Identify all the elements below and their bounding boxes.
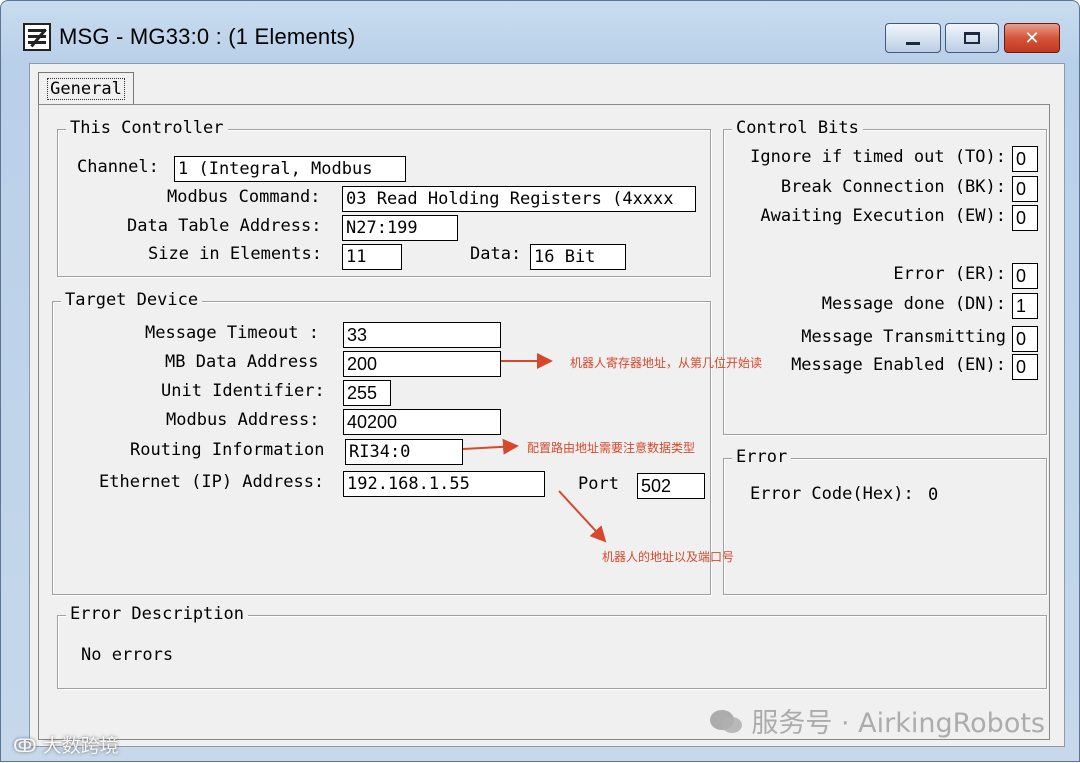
tab-general[interactable]: General xyxy=(38,72,134,104)
message-done-field[interactable]: 1 xyxy=(1012,293,1038,319)
maximize-button[interactable] xyxy=(945,23,999,53)
data-table-address-label: Data Table Address: xyxy=(127,216,322,236)
routing-information-field[interactable]: RI34:0 xyxy=(345,439,463,465)
message-timeout-field[interactable]: 33 xyxy=(343,322,501,348)
data-table-address-field[interactable]: N27:199 xyxy=(342,215,458,241)
this-controller-title: This Controller xyxy=(66,118,228,138)
awaiting-execution-label: Awaiting Execution (EW): xyxy=(760,206,1006,226)
error-group: Error Error Code(Hex): 0 xyxy=(723,447,1047,595)
message-timeout-label: Message Timeout : xyxy=(145,323,319,343)
tab-general-label: General xyxy=(47,77,125,100)
message-enabled-field[interactable]: 0 xyxy=(1012,354,1038,380)
close-button[interactable]: ✕ xyxy=(1004,23,1060,53)
port-field[interactable]: 502 xyxy=(637,473,705,499)
brand-watermark: ↂ 大数跨境 xyxy=(13,731,119,758)
error-group-title: Error xyxy=(732,447,792,467)
message-app-icon xyxy=(23,23,51,51)
break-connection-label: Break Connection (BK): xyxy=(780,177,1006,197)
wechat-icon xyxy=(710,710,743,733)
ethernet-address-field[interactable]: 192.168.1.55 xyxy=(343,471,545,497)
size-in-elements-label: Size in Elements: xyxy=(148,244,322,264)
register-address-annotation: 机器人寄存器地址，从第几位开始读 xyxy=(570,356,763,370)
this-controller-group: This Controller Channel: 1 (Integral, Mo… xyxy=(57,118,711,277)
mb-data-address-field[interactable]: 200 xyxy=(343,351,501,377)
modbus-address-field[interactable]: 40200 xyxy=(343,409,501,435)
mb-data-address-label: MB Data Address xyxy=(165,352,319,372)
dialog-client-area: General This Controller Channel: 1 (Inte… xyxy=(29,63,1065,747)
general-tab-panel: This Controller Channel: 1 (Integral, Mo… xyxy=(38,104,1050,740)
data-label: Data: xyxy=(470,244,522,264)
error-er-label: Error (ER): xyxy=(893,264,1006,284)
ignore-if-timed-out-field[interactable]: 0 xyxy=(1012,146,1038,172)
close-icon: ✕ xyxy=(1024,27,1040,49)
error-description-text: No errors xyxy=(81,645,174,665)
routing-information-label: Routing Information xyxy=(130,440,325,460)
robot-ip-port-annotation: 机器人的地址以及端口号 xyxy=(602,550,735,564)
brand-logo-icon: ↂ xyxy=(13,735,37,757)
service-account-text: 服务号 · AirkingRobots xyxy=(751,708,1045,739)
error-er-field[interactable]: 0 xyxy=(1012,263,1038,289)
title-bar[interactable]: MSG - MG33:0 : (1 Elements) ✕ xyxy=(1,1,1079,61)
window-title: MSG - MG33:0 : (1 Elements) xyxy=(59,24,356,49)
unit-identifier-field[interactable]: 255 xyxy=(343,380,391,406)
unit-identifier-label: Unit Identifier: xyxy=(161,381,325,401)
message-transmitting-label: Message Transmitting xyxy=(801,327,1006,347)
modbus-command-label: Modbus Command: xyxy=(167,187,321,207)
ignore-if-timed-out-label: Ignore if timed out (TO): xyxy=(750,147,1006,167)
size-in-elements-field[interactable]: 11 xyxy=(342,244,402,270)
modbus-address-label: Modbus Address: xyxy=(166,410,320,430)
minimize-icon xyxy=(906,41,920,45)
message-done-label: Message done (DN): xyxy=(821,294,1006,314)
control-bits-title: Control Bits xyxy=(732,118,863,138)
data-type-field[interactable]: 16 Bit xyxy=(530,244,626,270)
brand-text: 大数跨境 xyxy=(42,735,119,757)
service-account-watermark: 服务号 · AirkingRobots xyxy=(709,701,1045,740)
error-description-title: Error Description xyxy=(66,604,248,624)
target-device-title: Target Device xyxy=(61,290,203,310)
error-description-group: Error Description No errors xyxy=(57,604,1047,689)
msg-window: MSG - MG33:0 : (1 Elements) ✕ General Th… xyxy=(0,0,1080,762)
message-enabled-label: Message Enabled (EN): xyxy=(791,355,1006,375)
maximize-icon xyxy=(964,32,980,44)
control-bits-group: Control Bits Ignore if timed out (TO): 0… xyxy=(723,118,1047,435)
channel-label: Channel: xyxy=(77,157,159,177)
minimize-button[interactable] xyxy=(885,23,941,53)
error-code-value: 0 xyxy=(928,485,939,505)
awaiting-execution-field[interactable]: 0 xyxy=(1012,205,1038,231)
routing-address-annotation: 配置路由地址需要注意数据类型 xyxy=(527,441,696,455)
error-code-label: Error Code(Hex): xyxy=(750,484,914,504)
break-connection-field[interactable]: 0 xyxy=(1012,176,1038,202)
port-label: Port xyxy=(578,474,619,494)
modbus-command-field[interactable]: 03 Read Holding Registers (4xxxx xyxy=(342,186,696,212)
message-transmitting-field[interactable]: 0 xyxy=(1012,326,1038,352)
channel-field[interactable]: 1 (Integral, Modbus xyxy=(174,156,406,182)
ethernet-address-label: Ethernet (IP) Address: xyxy=(99,472,325,492)
